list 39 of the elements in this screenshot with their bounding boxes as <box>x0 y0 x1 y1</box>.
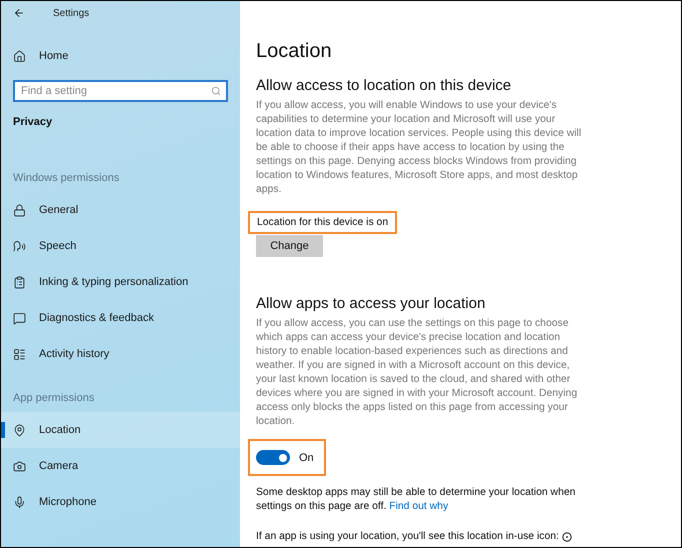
selection-bar <box>1 422 5 438</box>
group-heading: App permissions <box>12 391 96 406</box>
note-text: Some desktop apps may still be able to determine your location when settings on this page are off. Find out why <box>256 486 576 514</box>
home-nav-item[interactable]: Home <box>1 38 240 74</box>
window-title: Settings <box>53 8 90 18</box>
section-description: If you allow access, you will enable Windows to use your device's capabilities to determine your location and Microsoft will use your location data to improve location services. People using this device will be able to choose if their apps have access to location by using the settings on this page. Denying access blocks Windows from providing location to Windows features, Microsoft Store apps, and most desktop apps. <box>256 99 582 197</box>
nav-item[interactable]: Camera <box>1 448 240 484</box>
nav-item[interactable]: Activity history <box>1 336 240 372</box>
microphone-icon <box>13 496 26 508</box>
timeline-icon <box>13 348 26 360</box>
clipboard-icon <box>13 276 26 288</box>
toggle-label: On <box>299 452 314 464</box>
toggle-switch[interactable] <box>256 450 290 465</box>
section-title: Privacy <box>12 115 54 128</box>
in-use-text: If an app is using your location, you'll see this location in-use icon: <box>256 531 559 542</box>
location-in-use-icon <box>562 532 572 542</box>
nav-item[interactable]: Diagnostics & feedback <box>1 300 240 336</box>
nav-item[interactable]: Microphone <box>1 484 240 520</box>
nav-item[interactable]: Inking & typing personalization <box>1 264 240 300</box>
speech-icon <box>13 240 26 252</box>
device-status: Location for this device is on <box>248 211 398 234</box>
back-icon[interactable] <box>13 7 25 19</box>
find-out-why-link[interactable]: Find out why <box>389 501 448 512</box>
feedback-icon <box>13 312 26 324</box>
change-button[interactable]: Change <box>256 235 323 257</box>
lock-icon <box>13 204 26 216</box>
nav-item[interactable]: General <box>1 192 240 228</box>
search-field[interactable]: Find a setting <box>13 80 228 102</box>
group-heading: Windows permissions <box>12 171 120 186</box>
section-description: If you allow access, you can use the settings on this page to choose which apps can access your device's precise location and location history to enable location-based experiences such as directions and weather. If you are signed in with a Microsoft account on this device, your last known location is saved to the cloud, and shared with other devices where you are signed in with your Microsoft account. Denying access only blocks the apps listed on this page from accessing your location. <box>256 317 578 429</box>
nav-item[interactable]: Speech <box>1 228 240 264</box>
home-icon <box>13 50 26 62</box>
camera-icon <box>13 460 26 472</box>
section-heading: Allow apps to access your location <box>256 295 486 312</box>
search-icon <box>211 86 221 96</box>
page-title: Location <box>256 40 333 63</box>
section-heading: Allow access to location on this device <box>256 77 512 94</box>
location-pin-icon <box>13 424 26 436</box>
nav-item[interactable]: Location <box>1 412 240 448</box>
